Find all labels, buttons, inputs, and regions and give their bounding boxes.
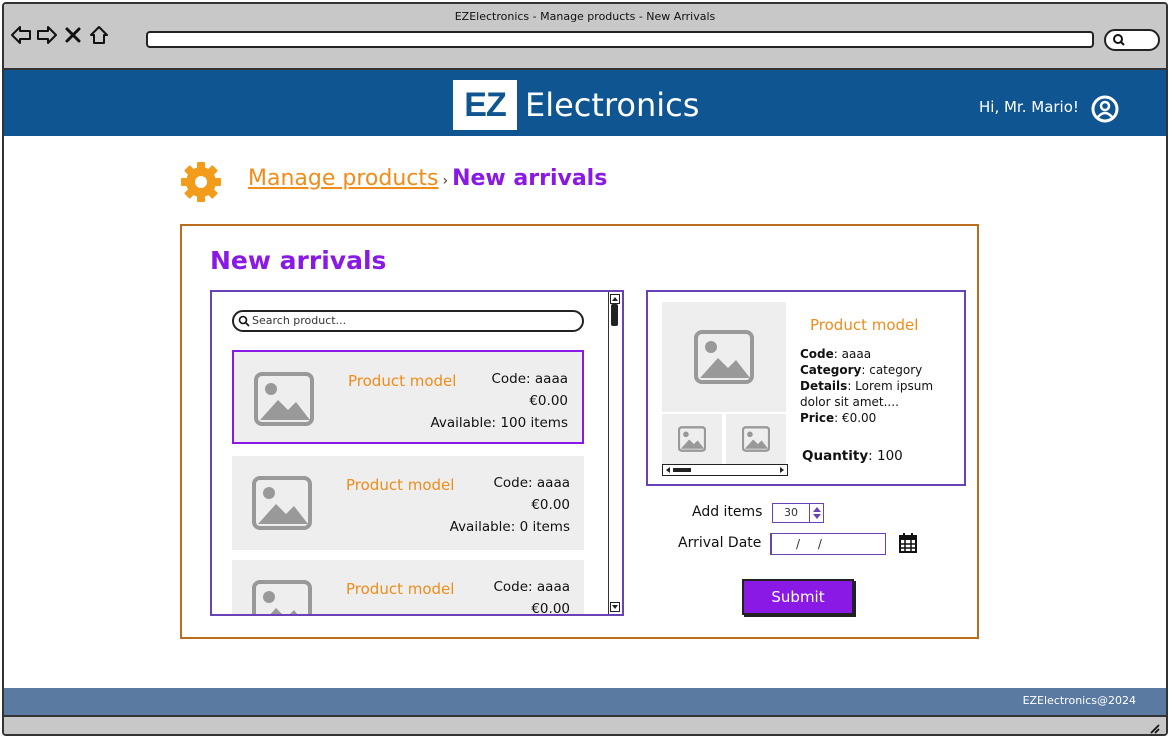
logo-text: Electronics (525, 86, 700, 124)
browser-window: EZElectronics - Manage products - New Ar… (2, 2, 1168, 736)
home-icon[interactable] (88, 24, 110, 46)
user-greeting: Hi, Mr. Mario! (979, 98, 1079, 116)
search-placeholder: Search product... (252, 314, 347, 327)
scroll-down-arrow-icon[interactable] (610, 602, 620, 612)
stepper-arrows-icon[interactable] (809, 504, 823, 522)
quantity-value: : 100 (868, 448, 903, 464)
search-icon (1113, 34, 1125, 46)
product-code: Code: aaaa (493, 579, 571, 595)
scroll-up-arrow-icon[interactable] (610, 294, 620, 304)
breadcrumb-separator: › (442, 173, 449, 189)
address-bar[interactable] (146, 31, 1094, 48)
breadcrumb-manage-products[interactable]: Manage products (248, 166, 438, 191)
breadcrumb-current: New arrivals (452, 166, 608, 191)
footer-copyright: EZElectronics@2024 (1022, 694, 1136, 707)
category-label: Category (800, 363, 862, 377)
image-placeholder-icon (252, 476, 312, 534)
product-list: Search product... Product model Code: aa… (210, 290, 624, 616)
product-detail: Product model Code: aaaa Category: categ… (646, 290, 966, 486)
add-items-value[interactable]: 30 (773, 504, 809, 522)
product-price: €0.00 (529, 393, 568, 409)
details-label: Details (800, 379, 848, 393)
browser-nav (10, 24, 110, 46)
search-input[interactable]: Search product... (232, 310, 584, 332)
breadcrumb: Manage products › New arrivals (248, 166, 607, 191)
product-price: €0.00 (531, 497, 570, 513)
product-code: Code: aaaa (491, 371, 569, 387)
scroll-left-arrow-icon[interactable] (663, 465, 673, 475)
list-item[interactable]: Product model Code: aaaa €0.00 (232, 560, 584, 616)
image-placeholder-icon (254, 372, 314, 430)
code-label: Code (800, 347, 834, 361)
scroll-thumb[interactable] (673, 468, 691, 472)
detail-quantity: Quantity: 100 (802, 448, 903, 464)
gear-icon (179, 160, 223, 208)
product-info: Code: aaaa €0.00 (493, 576, 571, 616)
thumbnail-image-icon[interactable] (662, 414, 722, 464)
image-placeholder-icon (252, 580, 312, 614)
logo[interactable]: EZ Electronics (453, 80, 699, 130)
quantity-label: Quantity (802, 448, 869, 464)
new-arrivals-panel: New arrivals Search product... Product m… (180, 224, 979, 639)
product-available: Available: 0 items (449, 519, 570, 535)
app-header: EZ Electronics Hi, Mr. Mario! (4, 70, 1166, 136)
browser-search-button[interactable] (1104, 29, 1160, 51)
product-price: €0.00 (531, 601, 570, 616)
image-placeholder-icon (662, 302, 786, 412)
product-model: Product model (346, 476, 455, 494)
scroll-right-arrow-icon[interactable] (777, 465, 787, 475)
user-circle-icon[interactable] (1090, 94, 1120, 128)
logo-mark: EZ (453, 80, 517, 130)
detail-product-model: Product model (810, 316, 919, 334)
price-label: Price (800, 411, 835, 425)
arrival-date-field[interactable]: / / (770, 533, 886, 555)
footer: EZElectronics@2024 (4, 688, 1166, 715)
list-scrollbar[interactable] (608, 292, 620, 614)
thumbnail-image-icon[interactable] (726, 414, 786, 464)
add-items-stepper[interactable]: 30 (772, 503, 824, 523)
calendar-icon[interactable] (898, 532, 918, 558)
browser-statusbar (4, 715, 1166, 734)
close-icon[interactable] (62, 24, 84, 46)
search-icon (238, 315, 250, 327)
browser-toolbar: EZElectronics - Manage products - New Ar… (4, 4, 1166, 70)
forward-arrow-icon[interactable] (36, 24, 58, 46)
window-title: EZElectronics - Manage products - New Ar… (454, 10, 716, 23)
code-value: : aaaa (833, 347, 872, 361)
page-title: New arrivals (210, 246, 387, 275)
product-info: Code: aaaa €0.00 Available: 0 items (450, 472, 570, 538)
add-items-label: Add items (692, 504, 763, 520)
product-code: Code: aaaa (493, 475, 571, 491)
detail-info: Code: aaaa Category: category Details: L… (800, 346, 960, 426)
list-item[interactable]: Product model Code: aaaa €0.00 Available… (232, 350, 584, 444)
list-item[interactable]: Product model Code: aaaa €0.00 Available… (232, 456, 584, 550)
scroll-thumb[interactable] (611, 304, 618, 326)
price-value: : €0.00 (834, 411, 877, 425)
product-model: Product model (346, 580, 455, 598)
product-info: Code: aaaa €0.00 Available: 100 items (430, 368, 568, 434)
arrival-date-label: Arrival Date (678, 535, 762, 551)
submit-button[interactable]: Submit (742, 579, 854, 615)
resize-grip-icon[interactable] (1148, 722, 1160, 734)
product-available: Available: 100 items (430, 415, 568, 431)
thumbnail-scrollbar[interactable] (662, 464, 788, 476)
category-value: : category (861, 363, 923, 377)
back-arrow-icon[interactable] (10, 24, 32, 46)
